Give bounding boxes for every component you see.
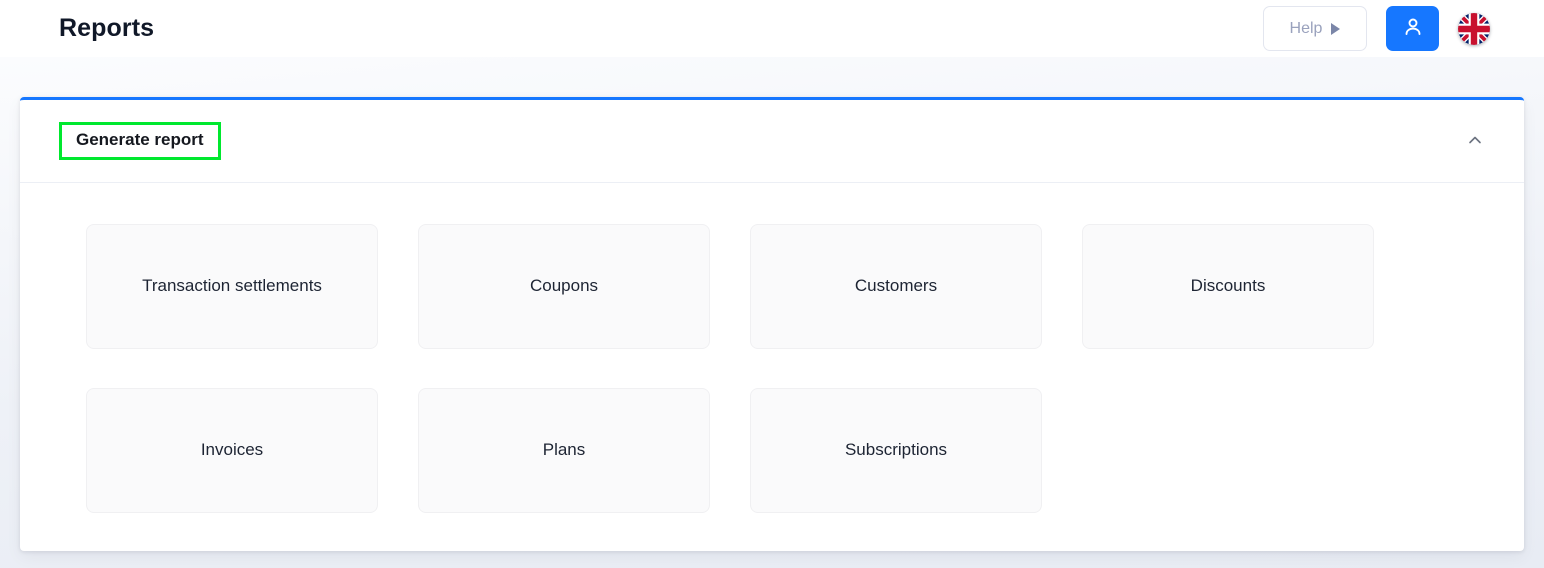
panel-collapse-button[interactable] [1458, 124, 1492, 158]
report-card-label: Invoices [200, 440, 264, 460]
user-account-button[interactable] [1386, 6, 1439, 51]
panel-header[interactable]: Generate report [20, 100, 1524, 183]
report-card-label: Subscriptions [844, 440, 948, 460]
help-button[interactable]: Help [1263, 6, 1367, 51]
report-card-transaction-settlements[interactable]: Transaction settlements [86, 224, 378, 349]
user-avatar-icon [1401, 15, 1425, 42]
report-card-grid: Transaction settlements Coupons Customer… [86, 224, 1382, 513]
page-title: Reports [59, 14, 155, 42]
uk-flag-icon[interactable] [1458, 12, 1490, 45]
report-card-coupons[interactable]: Coupons [418, 224, 710, 349]
help-button-label: Help [1289, 19, 1323, 37]
report-card-label: Customers [854, 276, 938, 296]
panel-title: Generate report [76, 129, 204, 149]
report-card-invoices[interactable]: Invoices [86, 388, 378, 513]
report-card-plans[interactable]: Plans [418, 388, 710, 513]
header-actions: Help [1263, 6, 1490, 51]
generate-report-highlight-box: Generate report [59, 121, 221, 161]
chevron-up-icon [1466, 131, 1484, 152]
report-card-label: Transaction settlements [142, 276, 322, 296]
report-card-discounts[interactable]: Discounts [1082, 224, 1374, 349]
top-header-bar: Reports Help [0, 0, 1544, 57]
report-card-subscriptions[interactable]: Subscriptions [750, 388, 1042, 513]
generate-report-panel: Generate report Transaction settlements … [20, 97, 1524, 551]
report-card-label: Plans [542, 440, 586, 460]
report-card-label: Discounts [1190, 276, 1266, 296]
triangle-right-icon [1331, 22, 1341, 35]
panel-body: Transaction settlements Coupons Customer… [20, 183, 1524, 513]
report-card-label: Coupons [529, 276, 599, 296]
report-card-customers[interactable]: Customers [750, 224, 1042, 349]
